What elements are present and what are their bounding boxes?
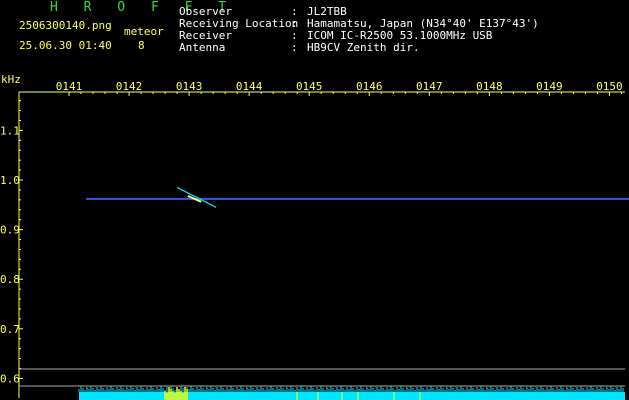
x-tick-label: 0143 <box>176 80 203 93</box>
y-tick-label: 0.8 <box>0 273 20 286</box>
x-tick-label: 0149 <box>536 80 563 93</box>
x-tick-label: 0144 <box>236 80 263 93</box>
y-tick-label: 0.7 <box>0 323 20 336</box>
x-tick-label: 0148 <box>476 80 503 93</box>
y-tick-label: 1.1 <box>0 124 20 137</box>
y-tick-label: 0.9 <box>0 224 20 237</box>
meteor-head-echo <box>176 186 217 208</box>
x-tick-label: 0150 <box>596 80 623 93</box>
noise-texture <box>78 386 624 392</box>
x-tick-label: 0142 <box>116 80 143 93</box>
x-tick-label: 0147 <box>416 80 443 93</box>
spectrogram-plot: kHz 0141 0142 0143 0144 0145 0146 0147 0148 0149 0… <box>0 73 629 400</box>
noise-band <box>79 392 625 400</box>
y-axis-unit: kHz <box>1 73 21 86</box>
y-tick-label: 0.6 <box>0 372 20 385</box>
x-tick-label: 0141 <box>56 80 83 93</box>
x-tick-label: 0146 <box>356 80 383 93</box>
x-tick-label: 0145 <box>296 80 323 93</box>
y-tick-label: 1.0 <box>0 174 20 187</box>
